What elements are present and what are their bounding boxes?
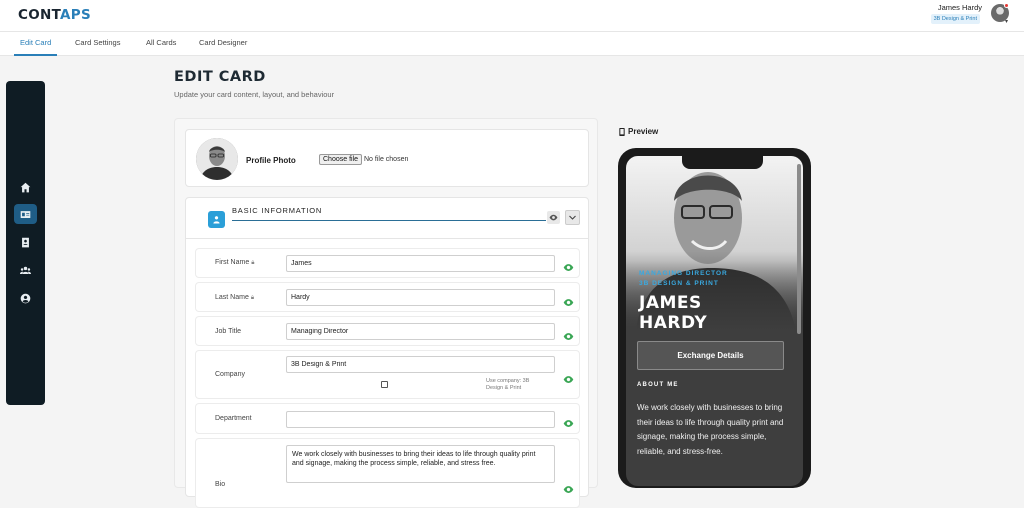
tab-edit-card[interactable]: Edit Card	[14, 32, 58, 56]
profile-photo-card: Profile Photo Choose file No file chosen	[185, 129, 589, 187]
chevron-down-icon	[569, 215, 576, 220]
use-company-checkbox[interactable]	[381, 381, 388, 388]
home-icon	[20, 182, 31, 192]
preview-company: 3B DESIGN & PRINT	[639, 280, 719, 287]
contact-book-icon	[22, 237, 29, 247]
eye-icon	[563, 486, 574, 493]
sidebar-item-home[interactable]	[14, 177, 37, 197]
file-status-text: No file chosen	[364, 156, 409, 163]
app-logo[interactable]: CONTAPS	[18, 7, 91, 23]
company-row: Company Use company: 3B Design & Print	[195, 350, 580, 399]
exchange-details-button[interactable]: Exchange Details	[637, 341, 784, 370]
last-name-label: Last Name 🔒︎	[215, 294, 255, 301]
choose-file-button[interactable]: Choose file	[319, 154, 363, 165]
department-field[interactable]	[286, 411, 555, 428]
first-name-field[interactable]	[286, 255, 555, 272]
eye-icon	[563, 333, 574, 340]
logo-text-main: CONT	[18, 7, 61, 23]
bio-visibility-toggle[interactable]	[563, 481, 574, 493]
section-collapse-button[interactable]	[565, 210, 580, 225]
lock-icon: 🔒︎	[251, 260, 255, 266]
preview-scrollbar[interactable]	[797, 164, 801, 334]
preview-heading: Preview	[619, 127, 658, 136]
tab-bar: Edit Card Card Settings All Cards Card D…	[0, 32, 1024, 56]
sidebar-item-contacts[interactable]	[14, 232, 37, 252]
id-card-icon	[20, 210, 31, 218]
eye-icon	[563, 299, 574, 306]
first-name-row: First Name 🔒︎	[195, 248, 580, 278]
users-icon	[20, 266, 31, 274]
department-label: Department	[215, 415, 252, 422]
eye-icon	[563, 264, 574, 271]
first-name-label: First Name 🔒︎	[215, 259, 255, 266]
bio-field[interactable]: We work closely with businesses to bring…	[286, 445, 555, 483]
preview-job-title: MANAGING DIRECTOR	[639, 270, 728, 277]
profile-photo-label: Profile Photo	[246, 156, 296, 165]
eye-icon	[563, 420, 574, 427]
section-title: BASIC INFORMATION	[232, 206, 323, 215]
sidebar-item-account[interactable]	[14, 288, 37, 308]
section-header[interactable]: BASIC INFORMATION	[186, 198, 588, 239]
phone-preview: MANAGING DIRECTOR 3B DESIGN & PRINT JAME…	[618, 148, 811, 488]
sidebar-item-team[interactable]	[14, 260, 37, 280]
preview-last-name: HARDY	[639, 313, 708, 333]
job-title-field[interactable]	[286, 323, 555, 340]
company-label: Company	[215, 371, 245, 378]
logo-text-accent: APS	[60, 7, 92, 23]
job-title-visibility-toggle[interactable]	[563, 328, 574, 340]
chevron-down-icon[interactable]: ▾	[1005, 18, 1008, 25]
bio-row: Bio We work closely with businesses to b…	[195, 438, 580, 508]
editor-panel: Profile Photo Choose file No file chosen…	[174, 118, 598, 508]
mobile-icon	[619, 127, 625, 136]
company-field[interactable]	[286, 356, 555, 373]
id-card-icon	[208, 211, 225, 228]
notification-dot	[1004, 3, 1009, 8]
section-divider	[232, 220, 546, 221]
tab-card-designer[interactable]: Card Designer	[193, 32, 253, 56]
last-name-row: Last Name 🔒︎	[195, 282, 580, 312]
preview-first-name: JAMES	[639, 293, 702, 313]
eye-icon	[549, 214, 558, 221]
about-me-heading: ABOUT ME	[637, 382, 679, 388]
tab-all-cards[interactable]: All Cards	[140, 32, 182, 56]
phone-notch	[682, 156, 763, 169]
profile-photo	[196, 138, 238, 180]
department-visibility-toggle[interactable]	[563, 415, 574, 427]
department-row: Department	[195, 403, 580, 434]
user-name[interactable]: James Hardy	[938, 3, 982, 12]
user-company-badge: 3B Design & Print	[930, 14, 980, 24]
preview-bio: We work closely with businesses to bring…	[637, 403, 784, 456]
last-name-visibility-toggle[interactable]	[563, 294, 574, 306]
first-name-visibility-toggle[interactable]	[563, 259, 574, 271]
top-bar: CONTAPS James Hardy 3B Design & Print ▾	[0, 0, 1024, 32]
last-name-field[interactable]	[286, 289, 555, 306]
user-circle-icon	[20, 293, 31, 303]
sidebar-item-cards[interactable]	[14, 204, 37, 224]
page-subtitle: Update your card content, layout, and be…	[174, 90, 335, 99]
basic-information-section: BASIC INFORMATION First Name 🔒︎ Last Nam…	[185, 197, 589, 508]
section-visibility-button[interactable]	[547, 211, 560, 224]
preview-title: Preview	[628, 127, 659, 136]
phone-screen[interactable]: MANAGING DIRECTOR 3B DESIGN & PRINT JAME…	[626, 156, 803, 486]
page-title: EDIT CARD	[174, 69, 266, 85]
eye-icon	[563, 376, 574, 383]
job-title-row: Job Title	[195, 316, 580, 346]
use-company-hint: Use company: 3B Design & Print	[486, 378, 530, 392]
tab-card-settings[interactable]: Card Settings	[69, 32, 126, 56]
bio-label: Bio	[215, 481, 226, 488]
job-title-label: Job Title	[215, 328, 242, 335]
sidebar	[6, 81, 45, 405]
lock-icon: 🔒︎	[250, 295, 255, 301]
company-visibility-toggle[interactable]	[563, 371, 574, 383]
